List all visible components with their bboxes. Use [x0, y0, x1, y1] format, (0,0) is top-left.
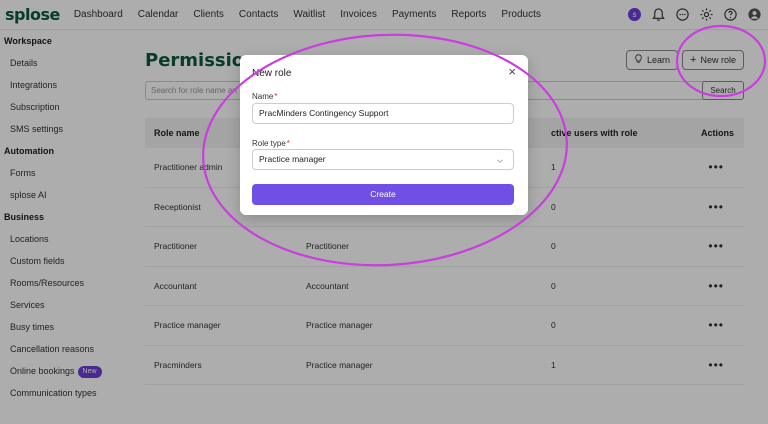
role-type-select[interactable]: Practice manager: [252, 149, 514, 170]
role-type-label-text: Role type: [252, 139, 286, 148]
required-mark: *: [274, 92, 278, 101]
required-mark: *: [286, 139, 290, 148]
role-type-value: Practice manager: [259, 154, 326, 164]
name-label: Name*: [252, 92, 277, 101]
chevron-down-icon: [495, 154, 505, 164]
role-type-label: Role type*: [252, 139, 290, 148]
name-field[interactable]: PracMinders Contingency Support: [252, 103, 514, 124]
create-button[interactable]: Create: [252, 184, 514, 205]
close-icon[interactable]: ×: [508, 65, 516, 78]
modal-title: New role: [252, 68, 292, 79]
new-role-modal: New role × Name* PracMinders Contingency…: [240, 55, 528, 215]
name-label-text: Name: [252, 92, 274, 101]
